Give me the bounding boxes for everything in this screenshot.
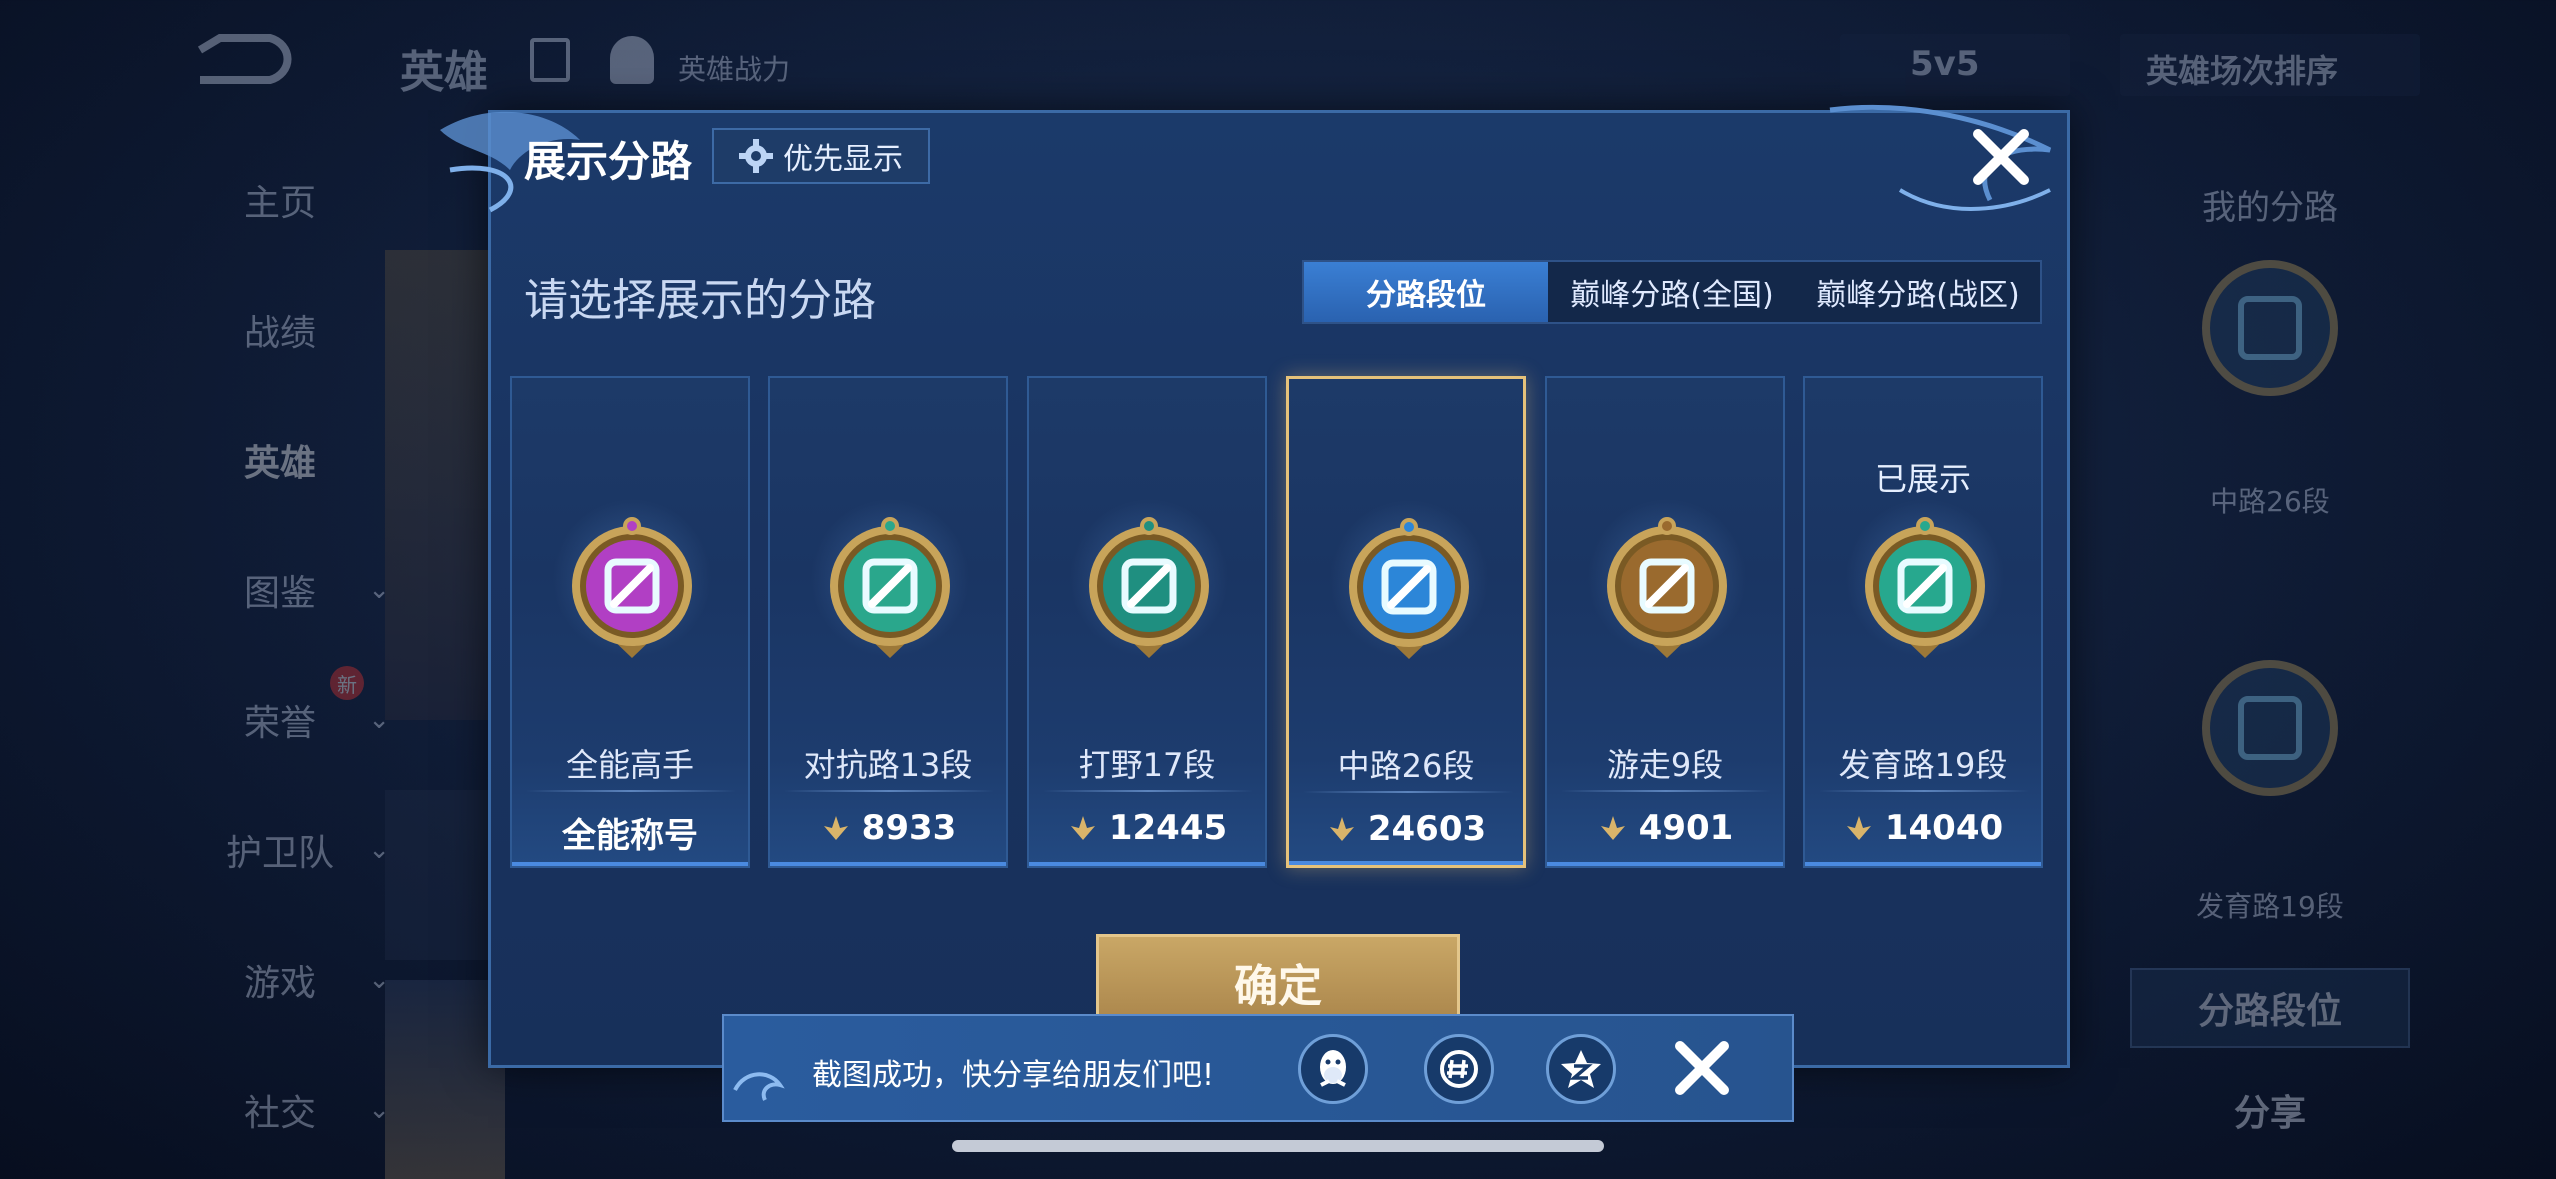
lane-rank-label: 全能高手 [565,746,694,784]
score-value: 4901 [1638,808,1734,848]
score-wing-icon [1600,816,1625,840]
nav-item-honor[interactable]: 荣誉新 ⌄ [150,666,410,760]
jungle-medal-icon [1089,517,1209,658]
sort-select[interactable]: 英雄场次排序 [2120,34,2420,96]
score-wing-icon [1070,816,1095,840]
score-wing-icon [1329,817,1354,841]
divider [1819,790,2029,792]
page-title: 英雄 [400,47,488,98]
dialog-title: 展示分路 [524,137,693,186]
priority-display-label: 优先显示 [783,142,903,177]
badge-label: 中路26段 [2210,485,2330,518]
nav-item-guard[interactable]: 护卫队 ⌄ [150,810,410,890]
lane-card[interactable]: 全能高手 全能称号 [510,376,750,868]
tab-lane-rank[interactable]: 分路段位 [1304,262,1548,322]
lane-score: 14040 [1805,808,2041,848]
card-bottom-bar [512,862,748,866]
nav-item-home[interactable]: 主页 [150,160,410,240]
divider [784,790,994,792]
lane-score: 8933 [770,808,1006,848]
lane-rank-label: 发育路19段 [1838,746,2008,784]
lane-score: 全能称号 [512,808,748,857]
mid-lane-medal-icon [1349,518,1469,659]
list-icon[interactable] [530,38,570,82]
close-icon[interactable] [1970,126,2032,188]
lane-rank-label: 中路26段 [1337,747,1475,785]
lane-rank-label: 打野17段 [1078,746,1216,784]
score-wing-icon [1846,816,1871,840]
hero-power-label[interactable]: 英雄战力 [678,48,790,88]
lane-score: 24603 [1289,809,1523,849]
nav-item-record[interactable]: 战绩 [150,290,410,370]
lane-rank-label: 游走9段 [1606,746,1724,784]
lane-card[interactable]: 游走9段 4901 [1545,376,1785,868]
share-toast-text: 截图成功，快分享给朋友们吧! [812,1058,1215,1093]
farm-lane-medal-icon [1865,517,1985,658]
mode-select[interactable]: 5v5 [1840,34,2070,96]
all-round-medal-icon [572,517,692,658]
score-value: 14040 [1884,808,2004,848]
score-wing-icon [823,816,848,840]
divider [1561,790,1771,792]
shown-label: 已展示 [1874,460,1971,498]
wechat-moments-icon[interactable] [1424,1034,1494,1104]
my-lanes-title: 我的分路 [2202,188,2338,228]
divider [1043,790,1253,792]
card-bottom-bar [1289,861,1523,865]
new-badge: 新 [330,666,364,700]
lane-rank-label: 对抗路13段 [803,746,973,784]
select-prompt: 请选择展示的分路 [524,275,876,326]
tab-peak-national[interactable]: 巅峰分路(全国) [1548,262,1796,322]
nav-item-heroes[interactable]: 英雄 [150,420,410,500]
rank-type-tabs: 分路段位 巅峰分路(全国) 巅峰分路(战区) [1302,260,2042,324]
mid-lane-badge-icon [2202,260,2338,396]
priority-display-button[interactable]: 优先显示 [712,128,930,184]
hero-card-art [385,250,505,720]
score-value: 8933 [861,808,957,848]
lane-rank-button[interactable]: 分路段位 [2130,968,2410,1048]
lane-card[interactable]: 中路26段 24603 [1286,376,1526,868]
clash-lane-medal-icon [830,517,950,658]
lane-card[interactable]: 已展示发育路19段 14040 [1803,376,2043,868]
tab-peak-region[interactable]: 巅峰分路(战区) [1796,262,2040,322]
card-bottom-bar [1547,862,1783,866]
nav-item-codex[interactable]: 图鉴 ⌄ [150,550,410,630]
cloud-ornament-icon [733,1072,785,1101]
gear-icon [739,139,773,173]
card-bottom-bar [1029,862,1265,866]
qq-icon[interactable] [1298,1034,1368,1104]
farm-lane-badge-icon [2202,660,2338,796]
nav-item-social[interactable]: 社交 ⌄ [150,1070,410,1150]
helmet-icon [610,36,654,84]
nav-item-game[interactable]: 游戏 ⌄ [150,940,410,1020]
card-bottom-bar [770,862,1006,866]
score-value: 全能称号 [562,816,698,856]
back-arrow-icon[interactable] [190,30,300,90]
share-button[interactable]: 分享 [2130,1070,2410,1150]
divider [526,790,736,792]
card-bottom-bar [1805,862,2041,866]
lane-score: 12445 [1029,808,1265,848]
close-icon[interactable] [1670,1036,1734,1100]
lane-card[interactable]: 对抗路13段 8933 [768,376,1008,868]
score-value: 12445 [1108,808,1228,848]
home-indicator[interactable] [952,1140,1604,1152]
lane-card[interactable]: 打野17段 12445 [1027,376,1267,868]
score-value: 24603 [1367,809,1487,849]
qzone-icon[interactable] [1546,1034,1616,1104]
roam-medal-icon [1607,517,1727,658]
divider [1303,791,1513,793]
badge-label: 发育路19段 [2196,890,2344,923]
hero-card-art [385,980,505,1179]
hero-info-panel [385,790,505,960]
lane-score: 4901 [1547,808,1783,848]
